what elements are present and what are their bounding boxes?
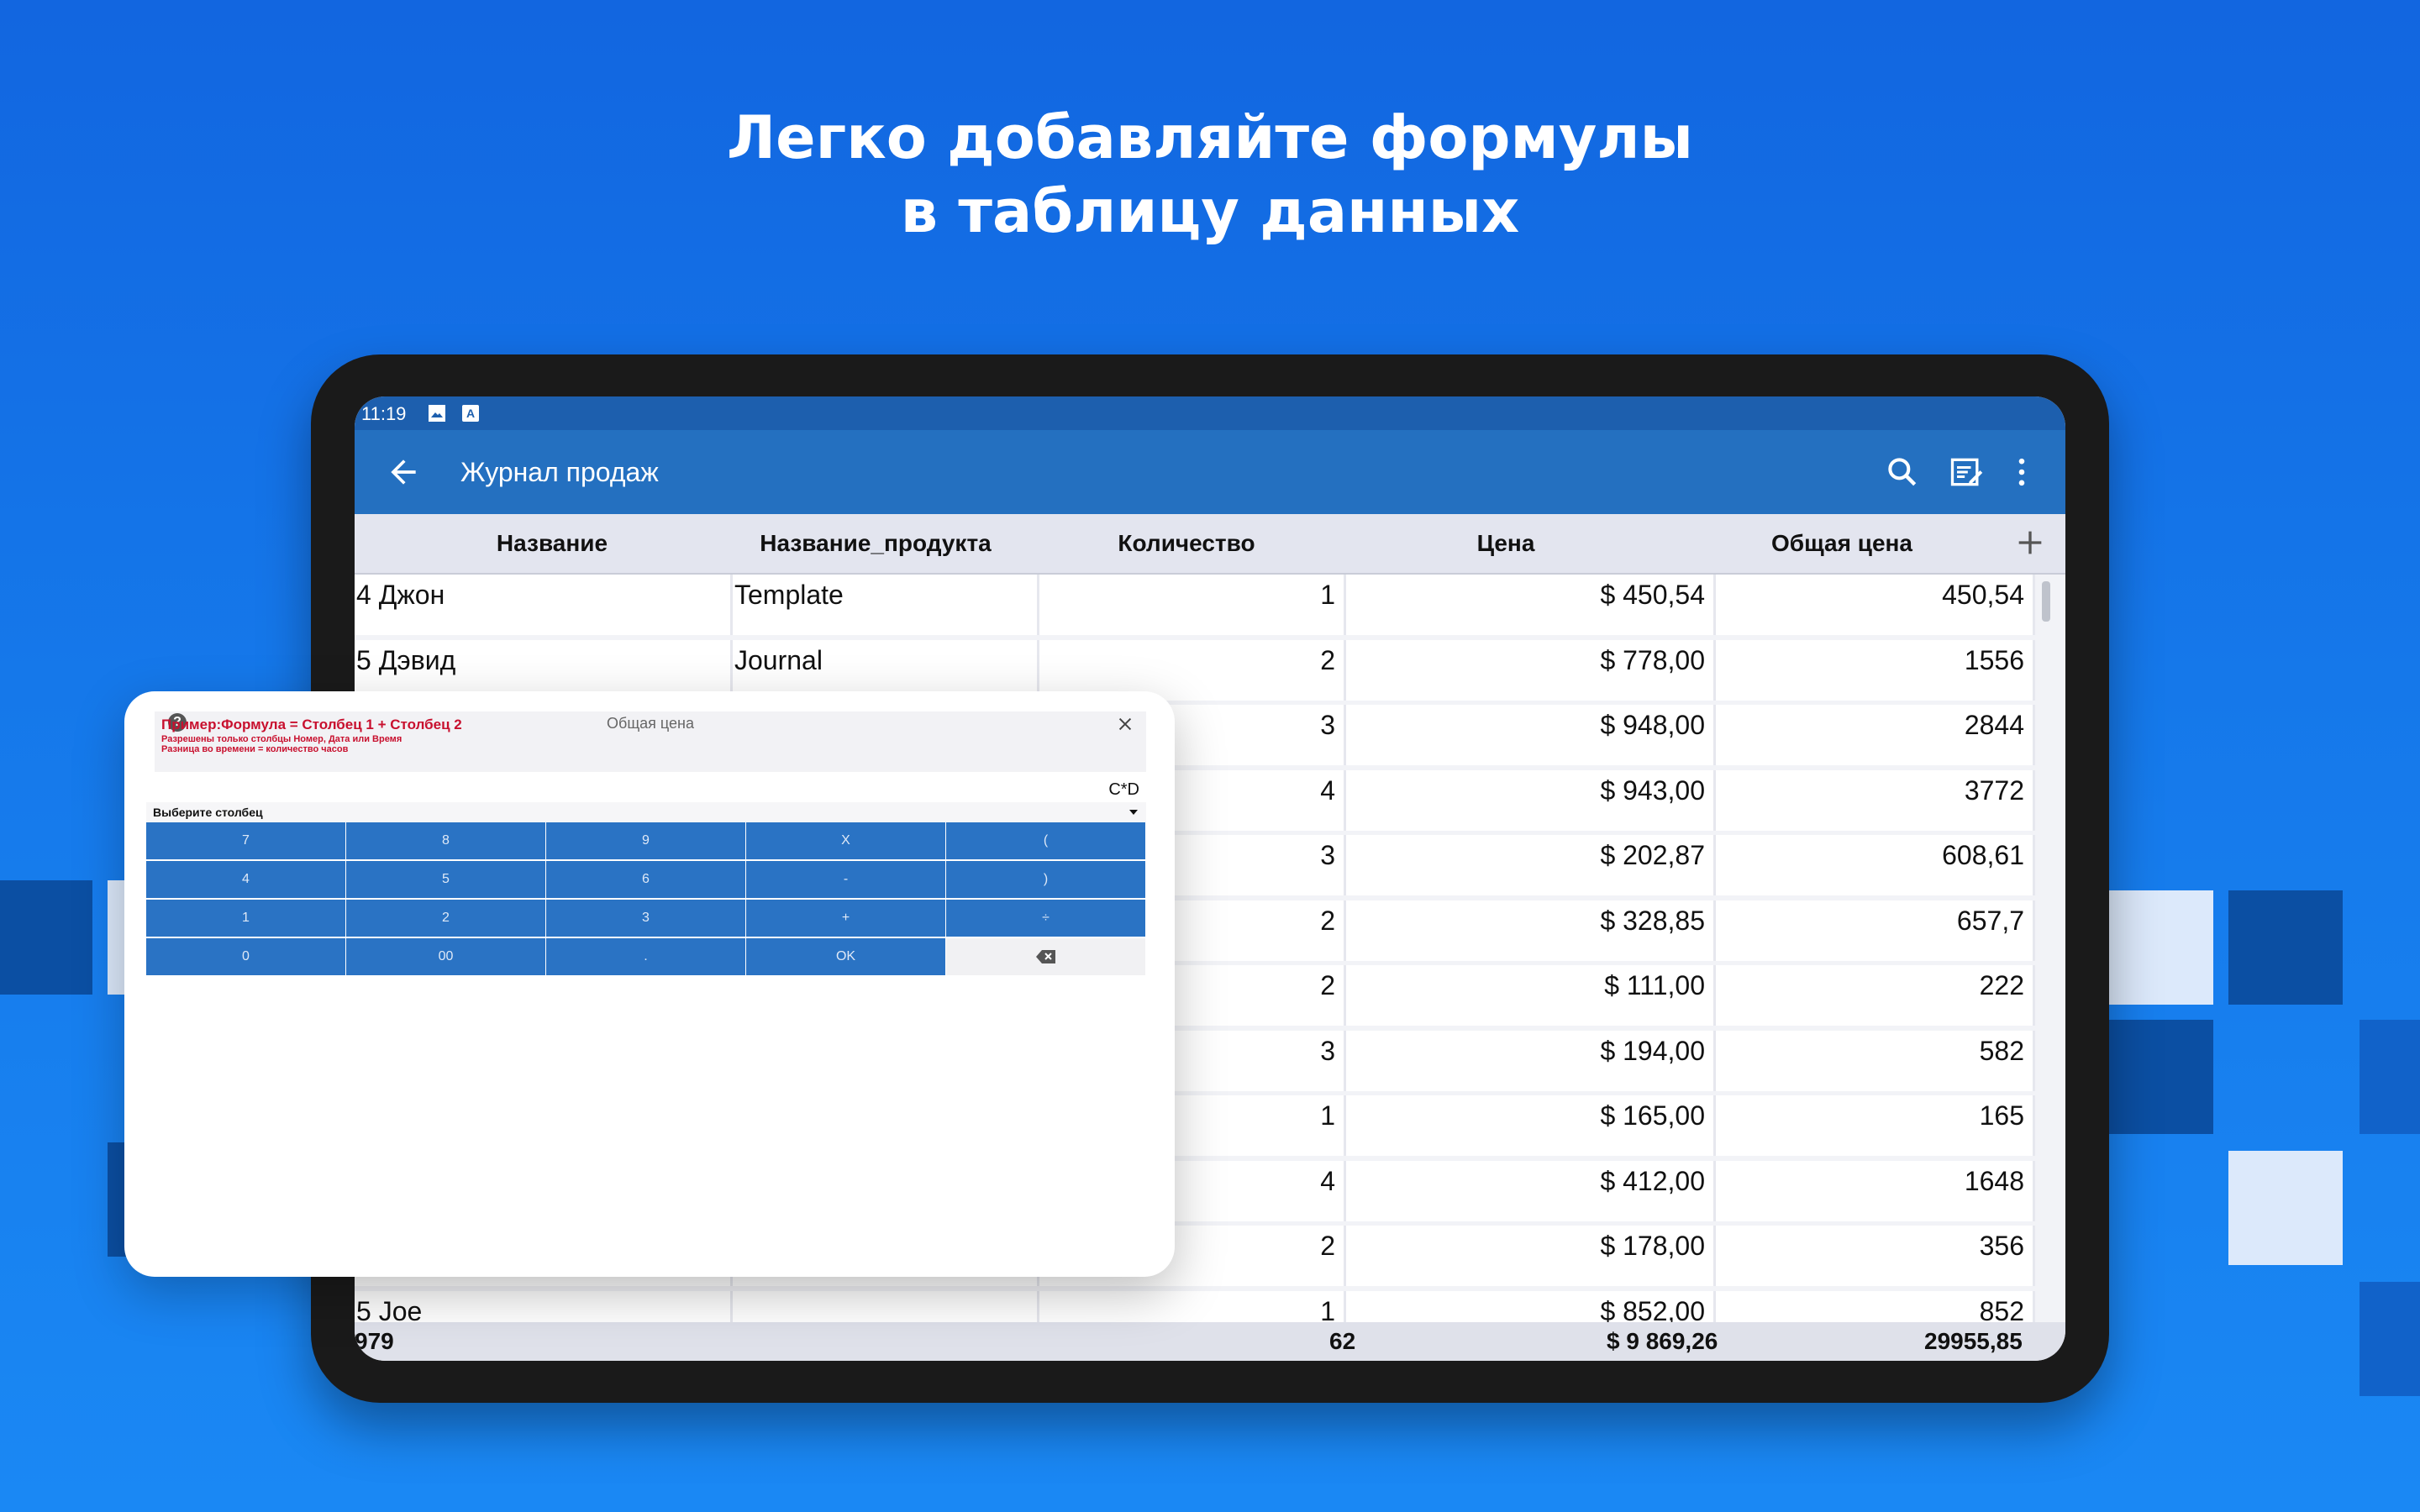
cell-total-price[interactable]: 657,7 bbox=[1716, 900, 2035, 961]
digit-key-6[interactable]: 6 bbox=[546, 861, 745, 898]
digit-key-1[interactable]: 1 bbox=[146, 900, 345, 937]
deco-square bbox=[2360, 1020, 2420, 1134]
double-zero-key[interactable]: 00 bbox=[346, 938, 545, 975]
cell-price[interactable]: $ 111,00 bbox=[1346, 965, 1716, 1026]
column-header-quantity[interactable]: Количество bbox=[1060, 514, 1313, 573]
digit-key-7[interactable]: 7 bbox=[146, 822, 345, 859]
table-row[interactable]: 5 Joe 1 $ 852,00 852 bbox=[355, 1290, 2035, 1322]
image-icon bbox=[429, 405, 445, 422]
cell-total-price[interactable]: 165 bbox=[1716, 1095, 2035, 1156]
backspace-button[interactable] bbox=[946, 938, 1145, 975]
cell-price[interactable]: $ 450,54 bbox=[1346, 575, 1716, 635]
close-paren-key[interactable]: ) bbox=[946, 861, 1145, 898]
digit-key-9[interactable]: 9 bbox=[546, 822, 745, 859]
formula-dialog: ? Общая цена Пример:Формула = Столбец 1 … bbox=[124, 691, 1175, 1277]
cell-price[interactable]: $ 202,87 bbox=[1346, 835, 1716, 895]
cell-quantity[interactable]: 1 bbox=[1039, 1290, 1346, 1322]
digit-key-4[interactable]: 4 bbox=[146, 861, 345, 898]
cell-name[interactable]: 5 Joe bbox=[355, 1290, 733, 1322]
cell-price[interactable]: $ 178,00 bbox=[1346, 1226, 1716, 1286]
cell-price[interactable]: $ 165,00 bbox=[1346, 1095, 1716, 1156]
status-time: 11:19 bbox=[361, 403, 407, 424]
column-header-name[interactable]: Название bbox=[422, 514, 682, 573]
cell-quantity[interactable]: 1 bbox=[1039, 575, 1346, 635]
table-footer-totals: 979 62 $ 9 869,26 29955,85 bbox=[355, 1322, 2065, 1361]
promo-headline: Легко добавляйте формулы в таблицу данны… bbox=[0, 101, 2420, 249]
table-scrollbar[interactable] bbox=[2042, 581, 2050, 622]
chevron-down-icon bbox=[1129, 810, 1138, 815]
add-column-icon[interactable] bbox=[2013, 526, 2047, 559]
cell-total-price[interactable]: 608,61 bbox=[1716, 835, 2035, 895]
cell-total-price[interactable]: 450,54 bbox=[1716, 575, 2035, 635]
a-icon: A bbox=[462, 405, 479, 422]
deco-square bbox=[2228, 890, 2343, 1005]
app-bar: Журнал продаж bbox=[355, 430, 2065, 514]
backspace-icon bbox=[1035, 950, 1055, 963]
digit-key-8[interactable]: 8 bbox=[346, 822, 545, 859]
status-bar: 11:19 A bbox=[355, 396, 2065, 430]
cell-price[interactable]: $ 194,00 bbox=[1346, 1030, 1716, 1091]
column-select-label: Выберите столбец bbox=[153, 806, 263, 819]
formula-keypad: 7 8 9 X(4 5 6-) 1 2 3 + ÷ 0 00. OK bbox=[146, 822, 1146, 977]
deco-square bbox=[0, 880, 92, 995]
digit-key-2[interactable]: 2 bbox=[346, 900, 545, 937]
headline-line-1: Легко добавляйте формулы bbox=[727, 103, 1693, 172]
minus-key[interactable]: - bbox=[746, 861, 945, 898]
cell-total-price[interactable]: 356 bbox=[1716, 1226, 2035, 1286]
column-header-total-price[interactable]: Общая цена bbox=[1699, 514, 1985, 573]
cell-price[interactable]: $ 412,00 bbox=[1346, 1160, 1716, 1221]
cell-product[interactable] bbox=[733, 1290, 1039, 1322]
table-row[interactable]: 4 Джон Template 1 $ 450,54 450,54 bbox=[355, 575, 2035, 640]
footer-price-total: $ 9 869,26 bbox=[1607, 1328, 1718, 1354]
cell-total-price[interactable]: 3772 bbox=[1716, 769, 2035, 831]
footer-id-total: 979 bbox=[355, 1328, 394, 1354]
plus-key[interactable]: + bbox=[746, 900, 945, 937]
digit-key-3[interactable]: 3 bbox=[546, 900, 745, 937]
digit-key-5[interactable]: 5 bbox=[346, 861, 545, 898]
cell-total-price[interactable]: 582 bbox=[1716, 1030, 2035, 1091]
cell-total-price[interactable]: 1648 bbox=[1716, 1160, 2035, 1221]
column-header-product[interactable]: Название_продукта bbox=[733, 514, 1018, 573]
divide-key[interactable]: ÷ bbox=[946, 900, 1145, 937]
cell-total-price[interactable]: 2844 bbox=[1716, 705, 2035, 765]
column-select[interactable]: Выберите столбец bbox=[146, 802, 1146, 822]
deco-square bbox=[2109, 890, 2213, 1005]
deco-square bbox=[2228, 1151, 2343, 1265]
table-header: Название Название_продукта Количество Це… bbox=[355, 514, 2065, 575]
cell-total-price[interactable]: 852 bbox=[1716, 1290, 2035, 1322]
headline-line-2: в таблицу данных bbox=[900, 177, 1520, 246]
cell-product[interactable]: Template bbox=[733, 575, 1039, 635]
edit-note-icon[interactable] bbox=[1948, 454, 1985, 491]
deco-square bbox=[2109, 1020, 2213, 1134]
more-vert-icon[interactable] bbox=[2003, 454, 2040, 491]
cell-name[interactable]: 4 Джон bbox=[355, 575, 733, 635]
footer-quantity-total: 62 bbox=[1329, 1328, 1356, 1354]
digit-key-0[interactable]: 0 bbox=[146, 938, 345, 975]
back-arrow-icon[interactable] bbox=[385, 454, 422, 491]
close-icon[interactable] bbox=[1116, 715, 1134, 733]
footer-total-price-total: 29955,85 bbox=[1924, 1328, 2023, 1354]
formula-note-columns: Разрешены только столбцы Номер, Дата или… bbox=[161, 734, 402, 744]
search-icon[interactable] bbox=[1884, 454, 1921, 491]
decimal-key[interactable]: . bbox=[546, 938, 745, 975]
cell-price[interactable]: $ 852,00 bbox=[1346, 1290, 1716, 1322]
screen-title: Журнал продаж bbox=[460, 457, 659, 487]
ok-button[interactable]: OK bbox=[746, 938, 945, 975]
formula-input[interactable]: C*D bbox=[1108, 780, 1139, 800]
open-paren-key[interactable]: ( bbox=[946, 822, 1145, 859]
cell-total-price[interactable]: 1556 bbox=[1716, 639, 2035, 701]
cell-total-price[interactable]: 222 bbox=[1716, 965, 2035, 1026]
multiply-key[interactable]: X bbox=[746, 822, 945, 859]
cell-price[interactable]: $ 778,00 bbox=[1346, 639, 1716, 701]
formula-example: Пример:Формула = Столбец 1 + Столбец 2 bbox=[161, 717, 462, 732]
formula-note-time: Разница во времени = количество часов bbox=[161, 744, 349, 754]
cell-price[interactable]: $ 943,00 bbox=[1346, 769, 1716, 831]
deco-square bbox=[2360, 1282, 2420, 1396]
column-header-price[interactable]: Цена bbox=[1363, 514, 1649, 573]
cell-price[interactable]: $ 948,00 bbox=[1346, 705, 1716, 765]
cell-price[interactable]: $ 328,85 bbox=[1346, 900, 1716, 961]
